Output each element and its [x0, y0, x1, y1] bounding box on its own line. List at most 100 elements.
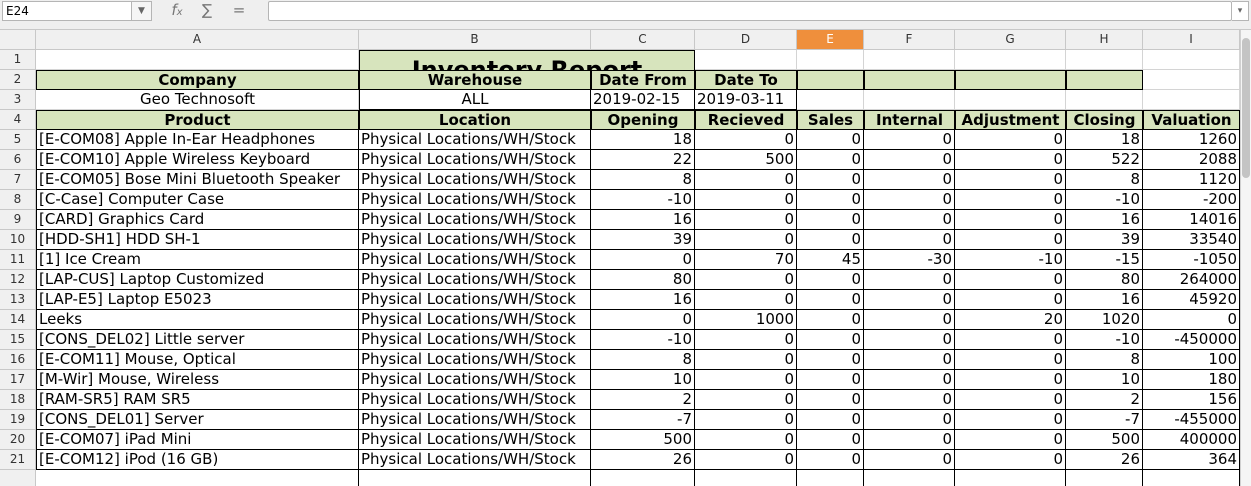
table-cell[interactable]: 0 [695, 370, 797, 390]
table-cell-partial[interactable] [591, 470, 695, 486]
table-cell[interactable]: 0 [864, 430, 955, 450]
table-cell[interactable]: [M-Wir] Mouse, Wireless [36, 370, 359, 390]
table-cell[interactable]: [CONS_DEL01] Server [36, 410, 359, 430]
table-cell[interactable]: Physical Locations/WH/Stock [359, 430, 591, 450]
table-cell[interactable]: 2 [1066, 390, 1143, 410]
table-cell[interactable]: 500 [591, 430, 695, 450]
row-header-13[interactable]: 13 [0, 290, 36, 310]
table-cell[interactable]: 0 [797, 430, 864, 450]
name-box-dropdown-icon[interactable]: ▼ [132, 1, 152, 21]
table-cell[interactable]: [E-COM10] Apple Wireless Keyboard [36, 150, 359, 170]
table-cell[interactable]: [C-Case] Computer Case [36, 190, 359, 210]
table-cell[interactable]: 0 [955, 290, 1066, 310]
table-cell-partial[interactable] [36, 470, 359, 486]
column-header-a[interactable]: A [36, 30, 359, 50]
column-header-f[interactable]: F [864, 30, 955, 50]
table-cell[interactable]: Physical Locations/WH/Stock [359, 410, 591, 430]
name-box[interactable]: E24 [2, 1, 132, 21]
table-cell[interactable]: 0 [955, 390, 1066, 410]
table-cell[interactable]: 1120 [1143, 170, 1240, 190]
row-header-16[interactable]: 16 [0, 350, 36, 370]
table-cell[interactable]: [E-COM11] Mouse, Optical [36, 350, 359, 370]
row-header-3[interactable]: 3 [0, 90, 36, 110]
table-cell[interactable]: -7 [1066, 410, 1143, 430]
table-cell[interactable]: 1260 [1143, 130, 1240, 150]
table-cell[interactable]: 500 [695, 150, 797, 170]
table-cell[interactable]: -10 [591, 330, 695, 350]
row-header-15[interactable]: 15 [0, 330, 36, 350]
equals-icon[interactable]: = [228, 1, 250, 21]
table-cell[interactable]: -30 [864, 250, 955, 270]
table-cell-partial[interactable] [695, 470, 797, 486]
table-cell[interactable]: 22 [591, 150, 695, 170]
table-cell[interactable]: [1] Ice Cream [36, 250, 359, 270]
table-cell[interactable]: 0 [797, 330, 864, 350]
table-cell[interactable]: 70 [695, 250, 797, 270]
row-header-5[interactable]: 5 [0, 130, 36, 150]
row-header-14[interactable]: 14 [0, 310, 36, 330]
row-header-7[interactable]: 7 [0, 170, 36, 190]
column-header-d[interactable]: D [695, 30, 797, 50]
column-header-g[interactable]: G [955, 30, 1066, 50]
table-cell[interactable]: 0 [955, 130, 1066, 150]
table-cell[interactable]: 0 [864, 130, 955, 150]
table-cell[interactable]: 16 [591, 290, 695, 310]
row-header-20[interactable]: 20 [0, 430, 36, 450]
row-header-1[interactable]: 1 [0, 50, 36, 70]
table-cell[interactable]: 80 [1066, 270, 1143, 290]
sum-icon[interactable]: ∑ [196, 1, 218, 21]
table-cell[interactable]: Physical Locations/WH/Stock [359, 130, 591, 150]
table-cell[interactable]: -15 [1066, 250, 1143, 270]
table-cell[interactable]: 0 [864, 410, 955, 430]
table-cell[interactable]: 0 [864, 370, 955, 390]
table-cell[interactable]: 0 [955, 410, 1066, 430]
table-cell-partial[interactable] [797, 470, 864, 486]
table-cell[interactable]: -10 [591, 190, 695, 210]
row-header-10[interactable]: 10 [0, 230, 36, 250]
table-cell[interactable]: 0 [695, 290, 797, 310]
table-cell[interactable]: 0 [955, 170, 1066, 190]
table-cell[interactable]: 1000 [695, 310, 797, 330]
table-cell[interactable]: 0 [955, 150, 1066, 170]
table-cell[interactable]: 0 [591, 310, 695, 330]
table-cell[interactable]: 0 [864, 270, 955, 290]
table-cell[interactable]: [LAP-CUS] Laptop Customized [36, 270, 359, 290]
table-cell[interactable]: 26 [1066, 450, 1143, 470]
table-cell[interactable]: 26 [591, 450, 695, 470]
table-cell[interactable]: 0 [797, 450, 864, 470]
table-cell[interactable]: 33540 [1143, 230, 1240, 250]
table-cell[interactable]: [CONS_DEL02] Little server [36, 330, 359, 350]
table-cell[interactable]: 0 [864, 330, 955, 350]
table-cell[interactable]: -7 [591, 410, 695, 430]
table-cell[interactable]: Physical Locations/WH/Stock [359, 310, 591, 330]
table-cell[interactable]: 8 [591, 350, 695, 370]
table-cell[interactable]: 0 [797, 310, 864, 330]
table-cell[interactable]: 0 [797, 370, 864, 390]
table-cell[interactable]: 10 [1066, 370, 1143, 390]
table-cell[interactable]: 0 [955, 350, 1066, 370]
table-cell[interactable]: 156 [1143, 390, 1240, 410]
table-cell[interactable]: 2 [591, 390, 695, 410]
table-cell[interactable]: Physical Locations/WH/Stock [359, 250, 591, 270]
warehouse-value[interactable]: ALL [359, 90, 591, 110]
table-cell[interactable]: 2088 [1143, 150, 1240, 170]
table-cell[interactable]: 0 [864, 210, 955, 230]
scrollbar-thumb[interactable] [1242, 38, 1250, 178]
table-cell[interactable]: 0 [695, 190, 797, 210]
table-cell[interactable]: 0 [797, 230, 864, 250]
table-cell[interactable]: Physical Locations/WH/Stock [359, 210, 591, 230]
table-cell[interactable]: 400000 [1143, 430, 1240, 450]
column-header-h[interactable]: H [1066, 30, 1143, 50]
select-all-corner[interactable] [0, 30, 36, 50]
table-cell-partial[interactable] [1143, 470, 1240, 486]
table-cell-partial[interactable] [864, 470, 955, 486]
table-cell[interactable]: 0 [955, 430, 1066, 450]
table-cell[interactable]: Physical Locations/WH/Stock [359, 270, 591, 290]
table-cell[interactable]: 0 [797, 170, 864, 190]
table-cell[interactable]: 264000 [1143, 270, 1240, 290]
table-cell-partial[interactable] [359, 470, 591, 486]
table-cell[interactable]: 0 [864, 310, 955, 330]
table-cell[interactable]: -455000 [1143, 410, 1240, 430]
table-cell[interactable]: 0 [955, 190, 1066, 210]
row-header-11[interactable]: 11 [0, 250, 36, 270]
